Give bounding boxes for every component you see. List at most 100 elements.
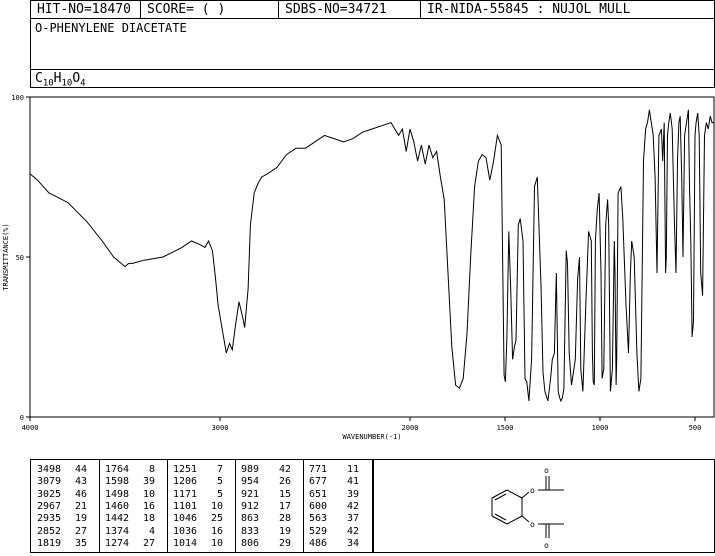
x-tick-label: 1500 — [497, 424, 514, 432]
peak-wavenumber: 1206 — [173, 476, 198, 488]
peak-wavenumber: 563 — [309, 513, 328, 525]
peak-row: 2935 19 — [37, 513, 95, 525]
peak-wavenumber: 1036 — [173, 525, 198, 537]
peak-wavenumber: 651 — [309, 488, 328, 500]
peak-transmittance: 19 — [74, 513, 87, 525]
peak-wavenumber: 1046 — [173, 513, 198, 525]
peak-wavenumber: 1374 — [105, 525, 130, 537]
peak-wavenumber: 2967 — [37, 500, 62, 512]
peak-transmittance: 41 — [346, 476, 359, 488]
peak-transmittance: 42 — [346, 525, 359, 537]
peak-wavenumber: 863 — [241, 513, 260, 525]
peak-transmittance: 26 — [278, 476, 291, 488]
peak-row: 3079 43 — [37, 476, 95, 488]
peak-transmittance: 10 — [142, 488, 155, 500]
peak-row: 1036 16 — [173, 526, 231, 538]
peak-row: 2967 21 — [37, 501, 95, 513]
peak-transmittance: 39 — [346, 488, 359, 500]
peak-transmittance: 4 — [148, 525, 155, 537]
peak-row: 1819 35 — [37, 538, 95, 550]
structure-box: o o o o — [373, 459, 715, 553]
x-tick-label: 500 — [689, 424, 702, 432]
peak-row: 651 39 — [309, 489, 367, 501]
peak-transmittance: 46 — [74, 488, 87, 500]
svg-text:o: o — [544, 541, 549, 550]
peak-row: 563 37 — [309, 513, 367, 525]
ir-spectrum-chart: 4000 3000 2000 1500 1000 500 0 50 100 WAVENUMBER… — [2, 94, 715, 441]
peak-wavenumber: 3079 — [37, 476, 62, 488]
peak-transmittance: 10 — [210, 537, 223, 549]
svg-text:o: o — [530, 486, 535, 495]
peak-wavenumber: 954 — [241, 476, 260, 488]
peak-row: 1251 7 — [173, 464, 231, 476]
peak-transmittance: 25 — [210, 513, 223, 525]
peak-row: 1046 25 — [173, 513, 231, 525]
x-tick-label: 3000 — [212, 424, 229, 432]
peak-row: 1101 10 — [173, 501, 231, 513]
peak-wavenumber: 921 — [241, 488, 260, 500]
peak-row: 3498 44 — [37, 464, 95, 476]
peak-row: 1014 10 — [173, 538, 231, 550]
svg-text:o: o — [544, 466, 549, 475]
peak-table: 3498 44 3079 43 3025 46 2967 21 2935 19 2852 27 1819… — [30, 459, 373, 553]
peak-transmittance: 44 — [74, 464, 87, 475]
peak-wavenumber: 1498 — [105, 488, 130, 500]
peak-wavenumber: 1251 — [173, 464, 198, 475]
peak-transmittance: 19 — [278, 525, 291, 537]
peak-row: 529 42 — [309, 526, 367, 538]
peak-wavenumber: 1101 — [173, 500, 198, 512]
peak-wavenumber: 1274 — [105, 537, 130, 549]
peak-row: 1171 5 — [173, 489, 231, 501]
peak-transmittance: 5 — [216, 488, 223, 500]
peak-wavenumber: 833 — [241, 525, 260, 537]
peak-transmittance: 43 — [74, 476, 87, 488]
peak-transmittance: 39 — [142, 476, 155, 488]
peak-wavenumber: 1014 — [173, 537, 198, 549]
peak-transmittance: 34 — [346, 537, 359, 549]
peak-transmittance: 17 — [278, 500, 291, 512]
y-axis-label: TRANSMITTANCE(%) — [2, 223, 10, 290]
peak-row: 1442 18 — [105, 513, 163, 525]
peak-row: 921 15 — [241, 489, 299, 501]
peak-row: 600 42 — [309, 501, 367, 513]
peak-row: 1374 4 — [105, 526, 163, 538]
peak-transmittance: 5 — [216, 476, 223, 488]
peak-transmittance: 28 — [278, 513, 291, 525]
peak-row: 486 34 — [309, 538, 367, 550]
peak-wavenumber: 529 — [309, 525, 328, 537]
peak-transmittance: 37 — [346, 513, 359, 525]
peak-wavenumber: 2935 — [37, 513, 62, 525]
peak-wavenumber: 1819 — [37, 537, 62, 549]
peak-wavenumber: 1171 — [173, 488, 198, 500]
peak-column-divider — [167, 460, 168, 552]
peak-row: 1498 10 — [105, 489, 163, 501]
peak-transmittance: 29 — [278, 537, 291, 549]
x-tick-label: 1000 — [592, 424, 609, 432]
peak-column-divider — [235, 460, 236, 552]
peak-wavenumber: 1442 — [105, 513, 130, 525]
x-tick-label: 2000 — [402, 424, 419, 432]
peak-wavenumber: 989 — [241, 464, 260, 475]
peak-transmittance: 11 — [346, 464, 359, 475]
peak-transmittance: 15 — [278, 488, 291, 500]
x-tick-label: 4000 — [22, 424, 39, 432]
peak-wavenumber: 3025 — [37, 488, 62, 500]
peak-row: 1206 5 — [173, 476, 231, 488]
peak-row: 989 42 — [241, 464, 299, 476]
peak-transmittance: 42 — [278, 464, 291, 475]
y-tick-label: 50 — [16, 254, 24, 262]
peak-wavenumber: 3498 — [37, 464, 62, 475]
peak-transmittance: 16 — [210, 525, 223, 537]
peak-transmittance: 8 — [148, 464, 155, 475]
peak-column-divider — [303, 460, 304, 552]
peak-row: 863 28 — [241, 513, 299, 525]
peak-wavenumber: 677 — [309, 476, 328, 488]
svg-text:o: o — [530, 520, 535, 529]
peak-transmittance: 27 — [74, 525, 87, 537]
peak-wavenumber: 486 — [309, 537, 328, 549]
x-axis-label: WAVENUMBER(-1) — [342, 433, 401, 441]
peak-transmittance: 10 — [210, 500, 223, 512]
peak-column-divider — [99, 460, 100, 552]
peak-row: 833 19 — [241, 526, 299, 538]
peak-wavenumber: 600 — [309, 500, 328, 512]
